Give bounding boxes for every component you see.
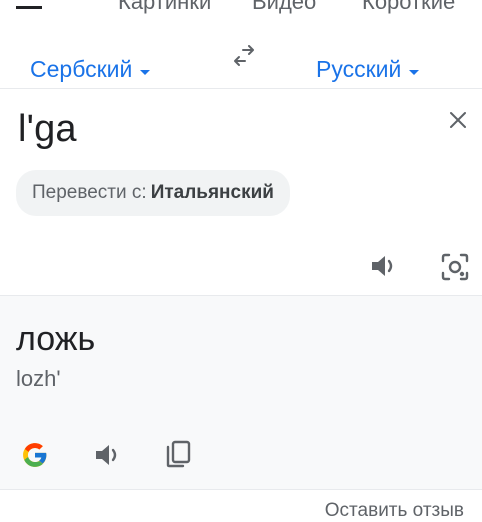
source-language-label: Сербский xyxy=(30,56,133,82)
target-language-selector[interactable]: Русский xyxy=(316,56,420,83)
source-language-selector[interactable]: Сербский xyxy=(30,56,151,83)
copy-icon[interactable] xyxy=(164,439,192,469)
transliteration-text: lozh' xyxy=(16,366,61,391)
detected-language-chip[interactable]: Перевести с: Итальянский xyxy=(16,170,290,216)
translation-text: ложь xyxy=(16,320,96,358)
divider xyxy=(0,88,482,89)
translation-result-panel: ложь lozh' xyxy=(0,295,482,490)
top-tab-bar: Картинки Видео Короткие xyxy=(0,0,482,22)
clear-button[interactable] xyxy=(444,106,472,134)
close-icon xyxy=(450,112,466,128)
caret-down-icon xyxy=(140,69,151,75)
tab-shorts[interactable]: Короткие xyxy=(362,0,455,15)
caret-down-icon xyxy=(409,69,420,75)
speaker-icon[interactable] xyxy=(369,253,399,279)
active-tab-indicator xyxy=(16,6,42,9)
detect-prefix: Перевести с: xyxy=(32,182,147,203)
camera-icon[interactable] xyxy=(440,252,470,282)
target-language-label: Русский xyxy=(316,56,402,82)
google-logo-icon[interactable] xyxy=(22,442,48,468)
source-text-input[interactable]: l'ga xyxy=(18,108,77,151)
detected-language: Итальянский xyxy=(150,182,274,203)
swap-languages-icon[interactable] xyxy=(231,45,257,67)
tab-videos[interactable]: Видео xyxy=(252,0,316,15)
speaker-icon[interactable] xyxy=(93,442,123,468)
tab-images[interactable]: Картинки xyxy=(118,0,211,15)
